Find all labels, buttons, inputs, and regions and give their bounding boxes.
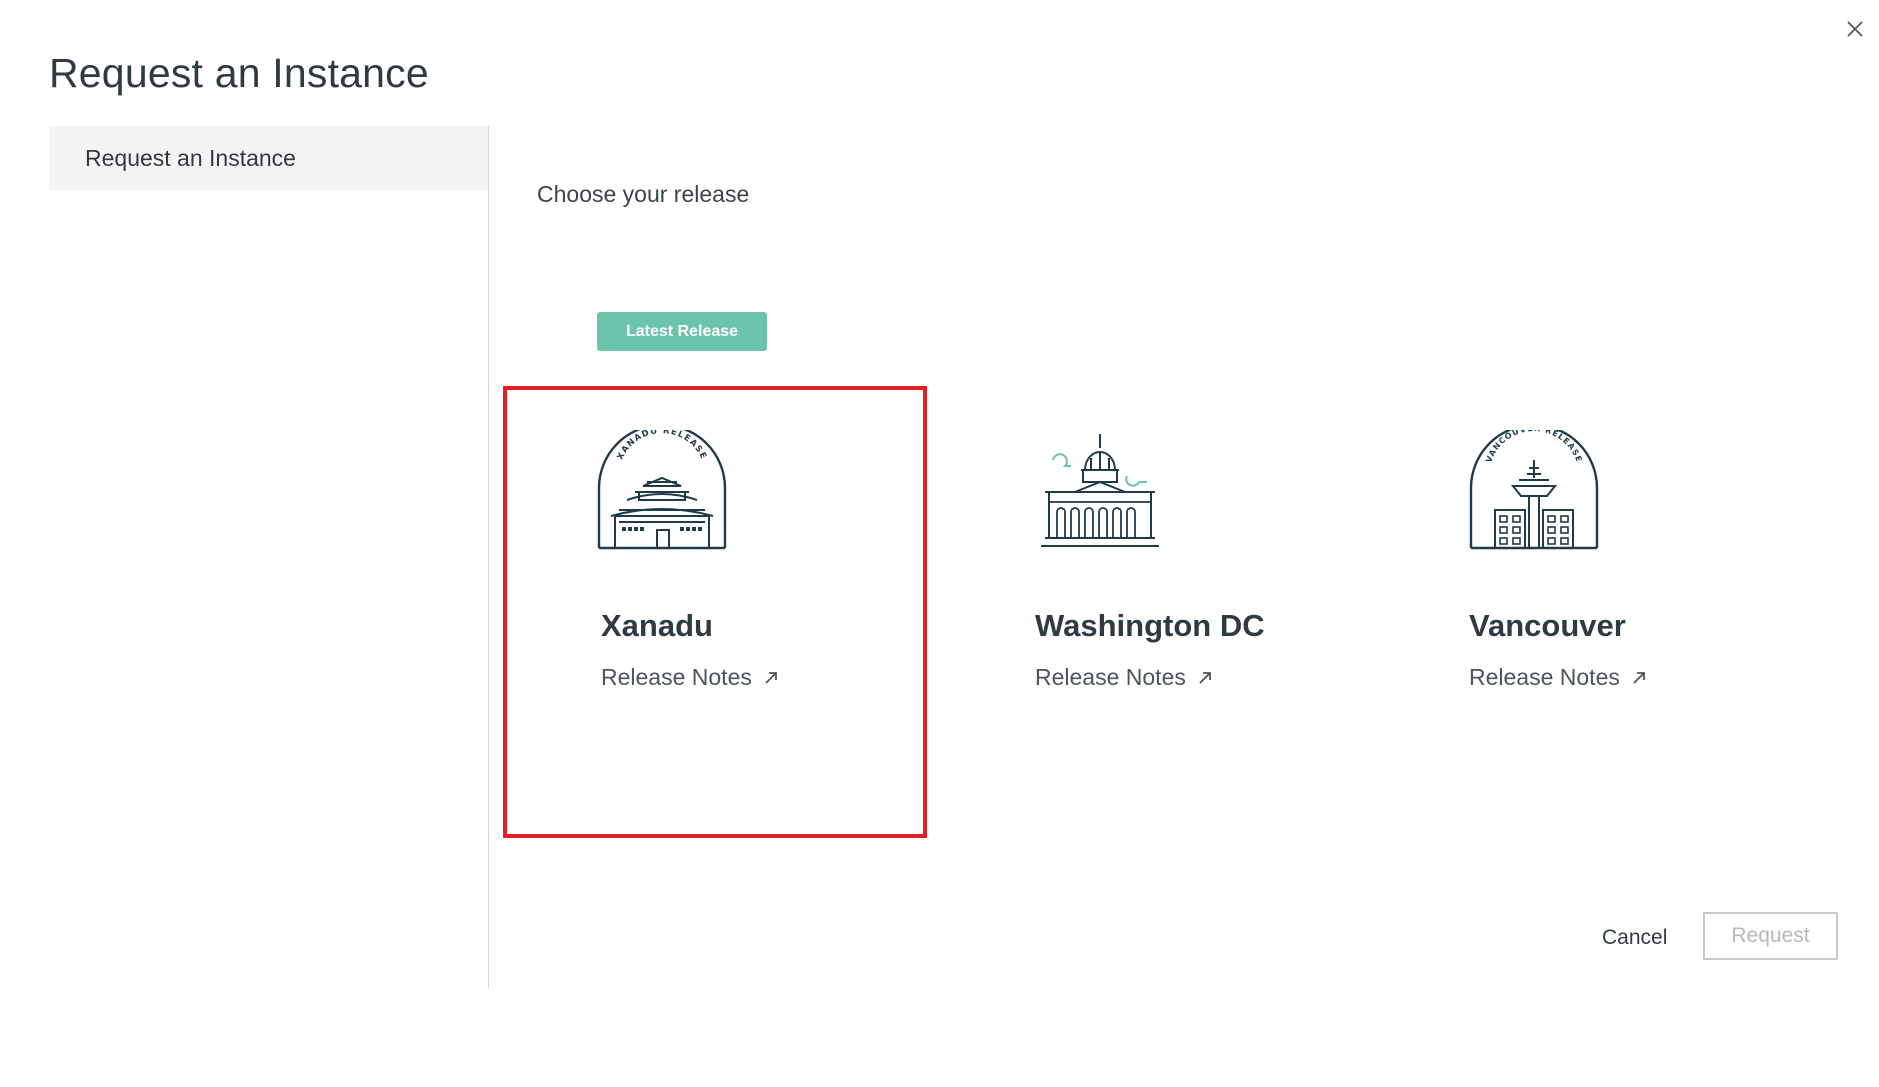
close-button[interactable] xyxy=(1840,14,1870,44)
cancel-button[interactable]: Cancel xyxy=(1596,918,1673,958)
release-name: Washington DC xyxy=(1035,608,1265,643)
release-name: Vancouver xyxy=(1469,608,1626,643)
release-notes-link[interactable]: Release Notes xyxy=(1035,664,1214,691)
external-link-icon xyxy=(1633,671,1645,684)
release-card-washington-dc[interactable]: Washington DC Release Notes xyxy=(937,386,1361,838)
capitol-building-icon xyxy=(1041,434,1159,547)
release-notes-label: Release Notes xyxy=(1035,664,1186,690)
page-title: Request an Instance xyxy=(49,50,429,96)
external-link-icon xyxy=(1199,671,1211,684)
sidebar-item-request-instance[interactable]: Request an Instance xyxy=(49,126,488,190)
external-link-icon xyxy=(765,671,777,684)
vertical-divider xyxy=(488,126,489,988)
sidebar: Request an Instance xyxy=(49,126,488,190)
space-needle-icon: VANCOUVER RELEASE xyxy=(1469,430,1599,550)
release-notes-link[interactable]: Release Notes xyxy=(1469,664,1648,691)
request-button[interactable]: Request xyxy=(1703,912,1838,960)
release-notes-label: Release Notes xyxy=(601,664,752,690)
latest-release-badge: Latest Release xyxy=(597,312,767,351)
section-title: Choose your release xyxy=(537,181,750,207)
release-name: Xanadu xyxy=(601,608,713,643)
xanadu-temple-icon: XANADU RELEASE xyxy=(597,430,727,550)
release-notes-label: Release Notes xyxy=(1469,664,1620,690)
release-notes-link[interactable]: Release Notes xyxy=(601,664,780,691)
release-card-xanadu[interactable]: XANADU RELEASE Xanadu Release Notes xyxy=(503,386,927,838)
release-card-vancouver[interactable]: VANCOUVER RELEASE Vancouver Release Note… xyxy=(1371,386,1795,838)
close-icon xyxy=(1847,21,1863,37)
